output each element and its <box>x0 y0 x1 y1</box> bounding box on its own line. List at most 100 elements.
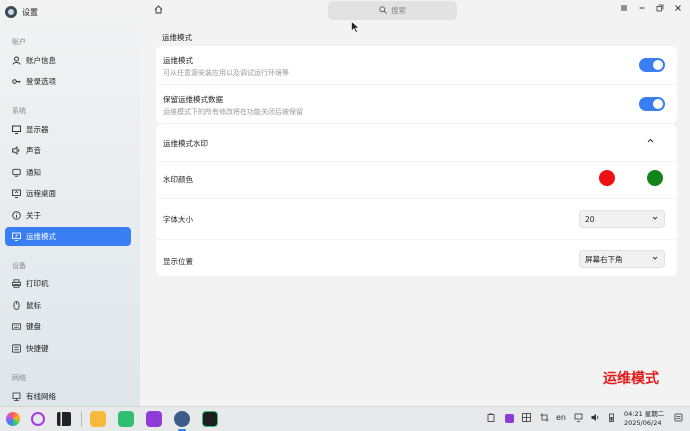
taskbar-clock[interactable]: 04:21 星期二 2025/06/24 <box>624 410 664 428</box>
sidebar-item-label: 运维模式 <box>26 232 56 241</box>
minimize-icon[interactable] <box>638 4 646 15</box>
sidebar-item-label: 键盘 <box>26 322 41 331</box>
section-label-network: 网络 <box>12 374 26 382</box>
clock-time: 04:21 星期二 <box>624 410 665 418</box>
sidebar-item-remote-desktop[interactable]: 远程桌面 <box>5 184 131 203</box>
sidebar-item-label: 快捷键 <box>26 344 49 353</box>
screenshot-icon[interactable] <box>540 413 549 424</box>
key-icon <box>12 77 21 86</box>
notification-center-icon[interactable] <box>674 413 683 424</box>
ops-mode-row: 运维模式 可从任意源安装应用以及调试运行环境等 <box>156 46 677 84</box>
section-label-devices: 设备 <box>12 262 26 270</box>
sidebar-item-label: 打印机 <box>26 279 49 288</box>
sidebar-item-display[interactable]: 显示器 <box>5 120 131 139</box>
app-header: 设置 <box>5 4 38 20</box>
ethernet-icon <box>12 392 21 401</box>
network-icon[interactable] <box>574 413 583 424</box>
terminal-icon[interactable] <box>202 411 218 427</box>
taskbar: en 04:21 星期二 2025/06/24 <box>0 406 690 431</box>
ops-mode-icon <box>12 232 21 241</box>
search-placeholder: 搜索 <box>391 6 406 15</box>
font-size-value: 20 <box>585 214 595 224</box>
search-input[interactable]: 搜索 <box>328 1 457 20</box>
media-player-icon[interactable] <box>146 411 162 427</box>
keyboard-icon <box>12 322 21 331</box>
sidebar-item-notification[interactable]: 通知 <box>5 163 131 182</box>
maximize-icon[interactable] <box>656 4 664 15</box>
launcher-icon[interactable] <box>6 412 20 426</box>
clock-date: 2025/06/24 <box>624 419 662 427</box>
mouse-cursor-icon <box>351 20 360 35</box>
position-select[interactable]: 屏幕右下角 <box>579 250 665 268</box>
color-option-green[interactable] <box>647 170 663 186</box>
volume-icon[interactable] <box>591 413 600 424</box>
sidebar-item-about[interactable]: 关于 <box>5 206 131 225</box>
grid-tool-icon[interactable] <box>522 413 531 424</box>
section-label-account: 账户 <box>12 38 26 46</box>
sidebar-item-label: 声音 <box>26 146 41 155</box>
sidebar-item-account-info[interactable]: 账户信息 <box>5 51 131 70</box>
ops-mode-toggle[interactable] <box>639 58 665 72</box>
font-size-select[interactable]: 20 <box>579 210 665 228</box>
ops-mode-desc: 可从任意源安装应用以及调试运行环境等 <box>163 69 289 77</box>
search-app-icon[interactable] <box>31 412 45 426</box>
font-size-label: 字体大小 <box>163 215 193 224</box>
home-icon[interactable] <box>154 5 163 17</box>
sidebar-item-wired-network[interactable]: 有线网络 <box>5 387 131 406</box>
sidebar-item-label: 鼠标 <box>26 301 41 310</box>
monitor-icon <box>12 125 21 134</box>
sidebar-item-label: 账户信息 <box>26 56 56 65</box>
sidebar-item-label: 有线网络 <box>26 392 56 401</box>
sidebar-item-label: 显示器 <box>26 125 49 134</box>
chevron-up-icon[interactable] <box>646 136 655 147</box>
sidebar-item-label: 通知 <box>26 168 41 177</box>
input-method-icon[interactable] <box>505 414 514 423</box>
info-icon <box>12 211 21 220</box>
battery-icon[interactable] <box>607 413 616 424</box>
color-option-red[interactable] <box>599 170 615 186</box>
sidebar-item-label: 关于 <box>26 211 41 220</box>
chevron-down-icon <box>651 214 659 224</box>
mouse-icon <box>12 301 21 310</box>
menu-icon[interactable] <box>620 4 628 15</box>
position-value: 屏幕右下角 <box>585 254 623 264</box>
group-title: 运维模式 <box>162 33 192 42</box>
position-row: 显示位置 屏幕右下角 <box>156 240 677 276</box>
sidebar-item-ops-mode[interactable]: 运维模式 <box>5 227 131 246</box>
remote-desktop-icon <box>12 189 21 198</box>
keep-data-label: 保留运维模式数据 <box>163 95 223 104</box>
taskbar-divider <box>81 411 82 427</box>
watermark-section-header[interactable]: 运维模式水印 <box>156 124 677 161</box>
sidebar: 设置 账户 账户信息 登录选项 系统 显示器 声音 通知 远程桌面 关于 运维模… <box>0 0 140 406</box>
sidebar-item-login-options[interactable]: 登录选项 <box>5 72 131 91</box>
ops-mode-label: 运维模式 <box>163 56 193 65</box>
file-manager-icon[interactable] <box>90 411 106 427</box>
chevron-down-icon <box>651 254 659 264</box>
user-icon <box>12 56 21 65</box>
app-title: 设置 <box>22 7 38 17</box>
settings-gear-icon <box>5 6 17 18</box>
watermark-color-label: 水印颜色 <box>163 175 193 184</box>
printer-icon <box>12 279 21 288</box>
position-label: 显示位置 <box>163 257 193 266</box>
sidebar-item-sound[interactable]: 声音 <box>5 141 131 160</box>
sidebar-item-mouse[interactable]: 鼠标 <box>5 296 131 315</box>
multitask-view-icon[interactable] <box>57 412 71 426</box>
watermark-color-row: 水印颜色 <box>156 162 677 198</box>
shortcut-icon <box>12 344 21 353</box>
keep-data-desc: 运维模式下的所有修改将在功能关闭后被保留 <box>163 108 303 116</box>
sidebar-item-shortcuts[interactable]: 快捷键 <box>5 339 131 358</box>
clipboard-icon[interactable] <box>487 413 495 424</box>
keep-data-toggle[interactable] <box>639 97 665 111</box>
section-label-system: 系统 <box>12 107 26 115</box>
sidebar-item-label: 登录选项 <box>26 77 56 86</box>
language-indicator[interactable]: en <box>556 413 566 422</box>
sidebar-item-printer[interactable]: 打印机 <box>5 274 131 293</box>
settings-app-icon[interactable] <box>174 411 190 427</box>
app-store-icon[interactable] <box>118 411 134 427</box>
ops-mode-watermark: 运维模式 <box>603 371 659 387</box>
close-icon[interactable] <box>674 4 682 15</box>
watermark-section-label: 运维模式水印 <box>163 139 208 148</box>
sidebar-item-keyboard[interactable]: 键盘 <box>5 317 131 336</box>
search-icon <box>379 5 387 16</box>
